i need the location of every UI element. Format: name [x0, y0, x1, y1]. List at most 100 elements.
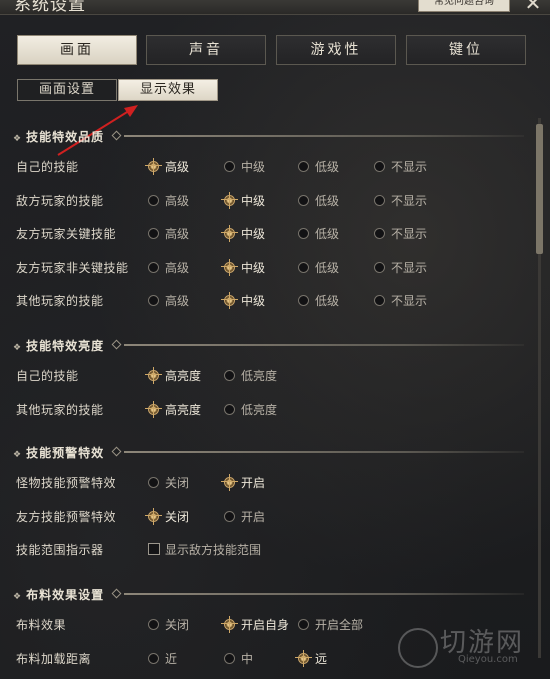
radio-icon[interactable]: [224, 403, 235, 415]
radio-option[interactable]: 中级: [221, 191, 265, 209]
radio-selected-icon[interactable]: [145, 158, 162, 175]
radio-option[interactable]: 中级: [224, 158, 265, 175]
radio-option[interactable]: 高亮度: [145, 400, 201, 418]
radio-option[interactable]: 关闭: [145, 507, 189, 525]
checkbox-label: 显示敌方技能范围: [165, 543, 262, 557]
section-divider: [124, 135, 524, 137]
radio-option[interactable]: 关闭: [148, 474, 189, 491]
window-title: 系统设置: [14, 0, 86, 15]
tab-sound[interactable]: 声音: [146, 35, 266, 65]
section-title: ❖ 技能特效亮度: [13, 337, 104, 354]
radio-option[interactable]: 低级: [298, 259, 339, 276]
radio-option[interactable]: 不显示: [374, 225, 427, 242]
radio-icon[interactable]: [148, 652, 159, 664]
radio-label: 不显示: [391, 227, 428, 241]
radio-selected-icon[interactable]: [221, 225, 238, 242]
radio-option[interactable]: 低亮度: [224, 367, 277, 384]
radio-icon[interactable]: [148, 619, 159, 630]
radio-icon[interactable]: [298, 228, 309, 239]
radio-label: 中: [241, 651, 254, 666]
radio-label: 低亮度: [241, 369, 278, 383]
radio-icon[interactable]: [298, 619, 309, 630]
radio-icon[interactable]: [298, 161, 309, 172]
radio-icon[interactable]: [374, 194, 385, 206]
radio-option[interactable]: 高级: [148, 225, 189, 242]
radio-selected-icon[interactable]: [221, 258, 238, 276]
radio-option[interactable]: 低级: [298, 225, 339, 242]
tab-gameplay[interactable]: 游戏性: [276, 35, 396, 65]
radio-selected-icon[interactable]: [221, 191, 238, 209]
radio-label: 低级: [315, 260, 340, 275]
radio-icon[interactable]: [148, 194, 159, 206]
radio-option[interactable]: 关闭: [148, 616, 189, 633]
radio-icon[interactable]: [148, 477, 159, 488]
radio-option[interactable]: 开启自身: [221, 616, 289, 633]
section-title-text: 技能预警特效: [26, 446, 105, 460]
radio-selected-icon[interactable]: [145, 400, 162, 418]
radio-icon[interactable]: [148, 261, 159, 273]
setting-label: 友方玩家非关键技能: [16, 260, 129, 275]
radio-option[interactable]: 中: [224, 650, 253, 667]
radio-icon[interactable]: [298, 261, 309, 273]
radio-label: 关闭: [165, 476, 190, 490]
radio-option[interactable]: 不显示: [374, 158, 427, 175]
radio-icon[interactable]: [224, 652, 235, 664]
radio-label: 不显示: [391, 160, 428, 174]
radio-label: 中级: [241, 160, 266, 174]
radio-option[interactable]: 高级: [148, 292, 189, 309]
setting-label: 其他玩家的技能: [16, 294, 104, 308]
diamond-icon: ❖: [13, 343, 23, 353]
radio-selected-icon[interactable]: [221, 616, 238, 633]
radio-option[interactable]: 中级: [221, 258, 265, 276]
radio-option[interactable]: 不显示: [374, 192, 427, 209]
radio-selected-icon[interactable]: [145, 507, 162, 525]
radio-icon[interactable]: [298, 194, 309, 206]
radio-icon[interactable]: [148, 228, 159, 239]
radio-option[interactable]: 近: [148, 650, 177, 667]
radio-icon[interactable]: [374, 261, 385, 273]
radio-label: 低级: [315, 294, 340, 308]
radio-option[interactable]: 中级: [221, 292, 265, 309]
tab-graphics[interactable]: 画面: [17, 35, 137, 65]
radio-icon[interactable]: [298, 295, 309, 306]
radio-label: 低级: [315, 227, 340, 241]
radio-option[interactable]: 低级: [298, 192, 339, 209]
radio-icon[interactable]: [224, 510, 235, 522]
checkbox-icon[interactable]: [148, 543, 160, 555]
radio-icon[interactable]: [374, 295, 385, 306]
tab-keybinds[interactable]: 键位: [406, 35, 526, 65]
radio-option[interactable]: 中级: [221, 225, 266, 242]
close-icon[interactable]: ✕: [518, 0, 548, 14]
scrollbar-thumb[interactable]: [536, 124, 543, 254]
radio-option[interactable]: 高级: [148, 192, 189, 209]
radio-option[interactable]: 不显示: [374, 292, 427, 309]
radio-label: 不显示: [391, 193, 428, 208]
radio-option[interactable]: 高亮度: [145, 367, 201, 384]
radio-option[interactable]: 低亮度: [224, 401, 277, 418]
radio-selected-icon[interactable]: [295, 649, 312, 667]
help-button[interactable]: 常见问题咨询: [418, 0, 510, 12]
radio-icon[interactable]: [148, 295, 159, 306]
radio-selected-icon[interactable]: [221, 474, 238, 491]
radio-option[interactable]: 远: [295, 649, 327, 667]
radio-icon[interactable]: [224, 370, 235, 381]
radio-option[interactable]: 开启全部: [298, 616, 363, 633]
radio-option[interactable]: 低级: [298, 158, 339, 175]
setting-label: 自己的技能: [16, 369, 79, 383]
setting-label: 布料加载距离: [16, 651, 92, 666]
radio-selected-icon[interactable]: [145, 367, 162, 384]
radio-option[interactable]: 开启: [224, 508, 265, 525]
radio-option[interactable]: 高级: [148, 259, 189, 276]
radio-label: 中级: [241, 227, 266, 241]
subtab-display-effects[interactable]: 显示效果: [118, 79, 218, 101]
radio-icon[interactable]: [374, 161, 385, 172]
radio-icon[interactable]: [224, 161, 235, 172]
range-indicator-checkbox[interactable]: 显示敌方技能范围: [148, 541, 261, 558]
subtab-graphics-settings[interactable]: 画面设置: [17, 79, 117, 101]
radio-option[interactable]: 低级: [298, 292, 339, 309]
radio-selected-icon[interactable]: [221, 292, 238, 309]
radio-icon[interactable]: [374, 228, 385, 239]
radio-option[interactable]: 开启: [221, 474, 265, 491]
radio-option[interactable]: 高级: [145, 158, 189, 175]
radio-option[interactable]: 不显示: [374, 259, 427, 276]
